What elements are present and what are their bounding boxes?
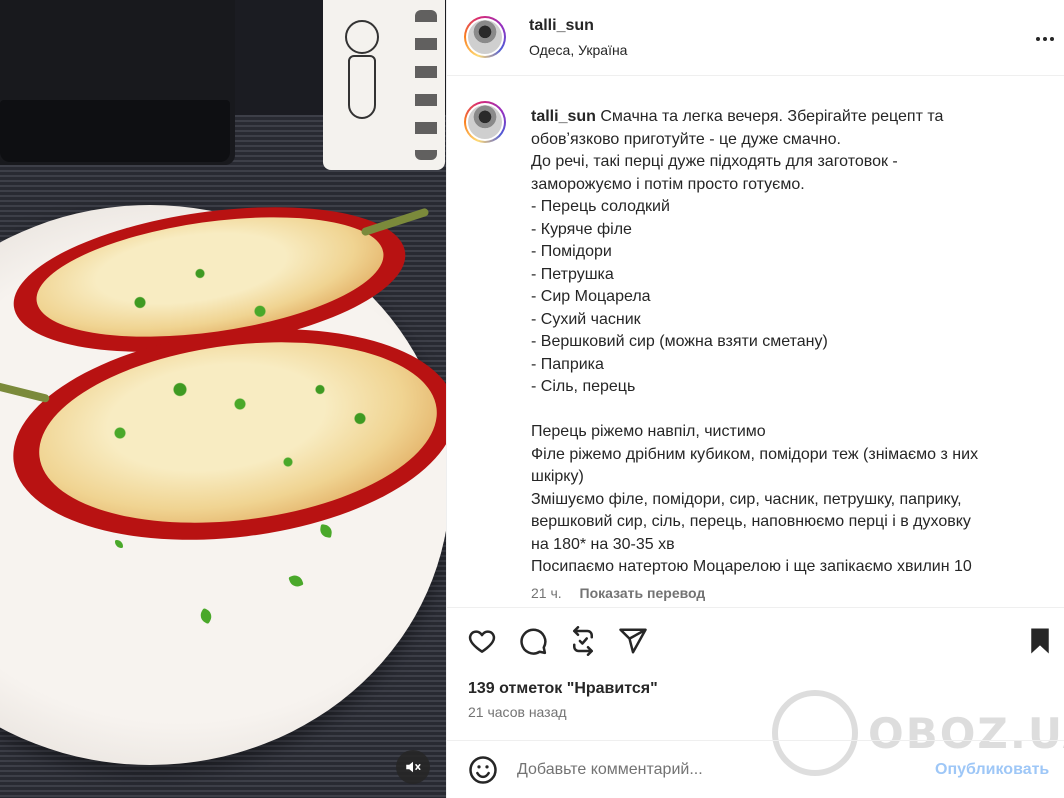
caption-gap bbox=[531, 399, 1041, 422]
caption-line: Посипаємо натертою Моцарелою і ще запіка… bbox=[531, 556, 1041, 579]
caption-line-text: До речі, такі перці дуже підходять для з… bbox=[531, 153, 898, 170]
save-button[interactable] bbox=[1025, 626, 1055, 656]
caption-line-text: обовʼязково приготуйте - це дуже смачно. bbox=[531, 130, 841, 148]
comment-icon bbox=[520, 628, 547, 655]
caption-avatar[interactable] bbox=[464, 101, 506, 143]
post-location[interactable]: Одеса, Україна bbox=[529, 42, 627, 58]
caption-meta: 21 ч. Показать перевод bbox=[531, 585, 705, 601]
action-bar bbox=[447, 608, 1064, 674]
caption-line: - Сир Моцарела bbox=[531, 286, 1041, 309]
caption-username[interactable]: talli_sun bbox=[531, 108, 596, 125]
caption-line: talli_sun Смачна та легка вечеря. Зберіг… bbox=[531, 106, 1041, 129]
mute-button[interactable] bbox=[396, 750, 430, 784]
caption-line: Філе ріжемо дрібним кубиком, помідори те… bbox=[531, 444, 1041, 467]
caption-line-text: на 180* на 30-35 хв bbox=[531, 535, 675, 553]
share-icon bbox=[619, 628, 647, 654]
caption-line: - Паприка bbox=[531, 354, 1041, 377]
caption-line-text: - Сіль, перець bbox=[531, 378, 636, 395]
publish-button[interactable]: Опубликовать bbox=[935, 761, 1049, 779]
heart-icon bbox=[468, 630, 496, 653]
caption-line: - Куряче філе bbox=[531, 219, 1041, 242]
caption-line-text: Філе ріжемо дрібним кубиком, помідори те… bbox=[531, 445, 979, 463]
comment-button[interactable] bbox=[518, 626, 548, 656]
caption-line: - Сіль, перець bbox=[531, 376, 1041, 399]
decor-box bbox=[323, 0, 445, 170]
caption-line: на 180* на 30-35 хв bbox=[531, 534, 1041, 557]
likes-count[interactable]: 139 отметок "Нравится" bbox=[468, 680, 658, 698]
caption-line-text: Змішуємо філе, помідори, сир, часник, пе… bbox=[531, 490, 962, 508]
share-button[interactable] bbox=[618, 626, 648, 656]
caption-line: До речі, такі перці дуже підходять для з… bbox=[531, 151, 1041, 174]
kettle-base bbox=[0, 100, 230, 162]
decor-doll-body bbox=[348, 55, 376, 119]
decor-doll-head bbox=[345, 20, 379, 54]
avatar-image bbox=[468, 105, 502, 139]
caption-line: - Помідори bbox=[531, 241, 1041, 264]
caption-line-text: - Вершковий сир (можна взяти сметану) bbox=[531, 333, 828, 350]
caption-line: Перець ріжемо навпіл, чистимо bbox=[531, 421, 1041, 444]
caption-line-text: Смачна та легка вечеря. Зберігайте рецеп… bbox=[600, 108, 944, 125]
caption-line-text: Перець ріжемо навпіл, чистимо bbox=[531, 423, 766, 440]
post-time[interactable]: 21 часов назад bbox=[468, 704, 567, 720]
caption-line-text: заморожуємо і потім просто готуємо. bbox=[531, 175, 805, 193]
bookmark-icon bbox=[1031, 628, 1049, 654]
caption-line-text: - Сухий часник bbox=[531, 310, 641, 328]
like-button[interactable] bbox=[467, 626, 497, 656]
avatar[interactable] bbox=[464, 16, 506, 58]
caption-line: обовʼязково приготуйте - це дуже смачно. bbox=[531, 129, 1041, 152]
caption-line: - Петрушка bbox=[531, 264, 1041, 287]
more-dots-icon bbox=[1036, 37, 1040, 41]
repost-button[interactable] bbox=[568, 626, 598, 656]
caption-section: talli_sun Смачна та легка вечеря. Зберіг… bbox=[447, 76, 1064, 608]
comment-input[interactable] bbox=[517, 755, 917, 785]
post-details-panel: talli_sun Одеса, Україна talli_sun Смачн… bbox=[446, 0, 1064, 798]
caption-line-text: - Петрушка bbox=[531, 265, 614, 283]
muted-speaker-icon bbox=[406, 761, 421, 773]
author-username[interactable]: talli_sun bbox=[529, 17, 594, 35]
caption-line: шкірку) bbox=[531, 466, 1041, 489]
caption-line-text: Посипаємо натертою Моцарелою і ще запіка… bbox=[531, 558, 972, 575]
decor-hearts bbox=[415, 10, 437, 160]
caption-line-text: шкірку) bbox=[531, 468, 584, 485]
caption-line-text: - Паприка bbox=[531, 355, 604, 373]
caption-line: - Сухий часник bbox=[531, 309, 1041, 332]
caption-line: Змішуємо філе, помідори, сир, часник, пе… bbox=[531, 489, 1041, 512]
caption-age: 21 ч. bbox=[531, 585, 562, 601]
caption-line-text: - Сир Моцарела bbox=[531, 288, 651, 305]
caption-line-text: вершковий сир, сіль, перець, наповнюємо … bbox=[531, 513, 971, 530]
repost-icon bbox=[573, 626, 593, 656]
emoji-button[interactable] bbox=[468, 755, 498, 785]
caption-text: talli_sun Смачна та легка вечеря. Зберіг… bbox=[531, 106, 1041, 579]
caption-line: вершковий сир, сіль, перець, наповнюємо … bbox=[531, 511, 1041, 534]
caption-line-text: - Куряче філе bbox=[531, 220, 632, 238]
caption-line: - Вершковий сир (можна взяти сметану) bbox=[531, 331, 1041, 354]
show-translation-link[interactable]: Показать перевод bbox=[580, 585, 706, 601]
caption-line-text: - Перець солодкий bbox=[531, 198, 670, 215]
more-options-button[interactable] bbox=[1032, 27, 1058, 51]
post-media[interactable] bbox=[0, 0, 446, 798]
caption-line: - Перець солодкий bbox=[531, 196, 1041, 219]
caption-line: заморожуємо і потім просто готуємо. bbox=[531, 174, 1041, 197]
emoji-icon bbox=[469, 756, 497, 784]
parsley-garnish bbox=[40, 230, 440, 520]
caption-line-text: - Помідори bbox=[531, 243, 612, 260]
avatar-image bbox=[468, 20, 502, 54]
comment-bar: Опубликовать bbox=[447, 740, 1064, 798]
post-header: talli_sun Одеса, Україна bbox=[447, 0, 1064, 76]
